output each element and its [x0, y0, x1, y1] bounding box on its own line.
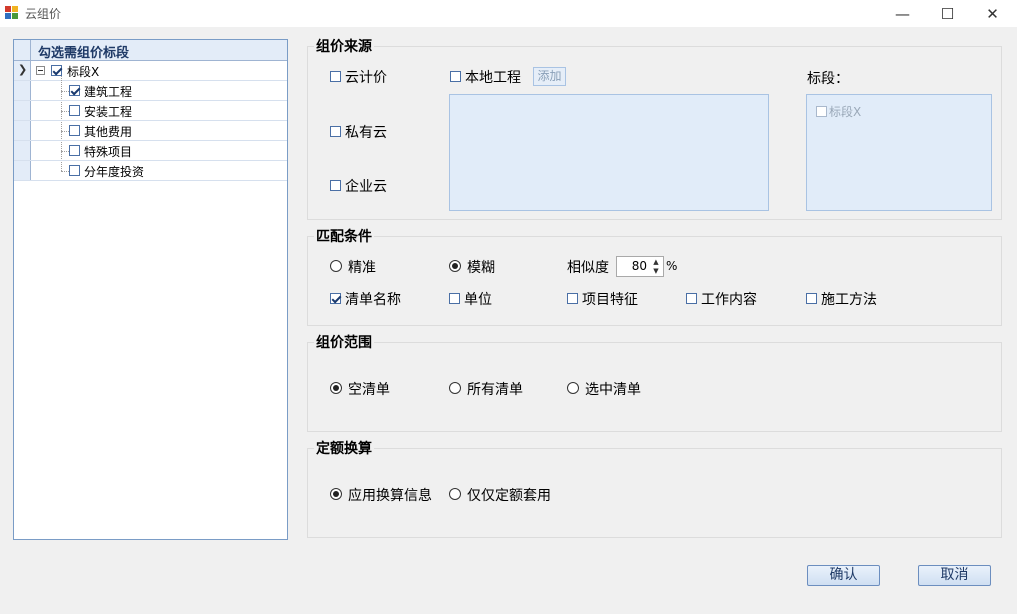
- enterprise-cloud-label: 企业云: [345, 179, 387, 195]
- tree-connector-line: [61, 91, 69, 92]
- item-checkbox[interactable]: [69, 105, 80, 116]
- tree-row-root[interactable]: ❯ 标段X: [14, 61, 287, 81]
- feature-label: 项目特征: [582, 292, 638, 308]
- empty-list-label: 空清单: [348, 382, 390, 398]
- cloud-price-label: 云计价: [345, 70, 387, 86]
- empty-list-radio[interactable]: [330, 382, 342, 394]
- enterprise-cloud-checkbox[interactable]: [330, 180, 341, 191]
- method-label: 施工方法: [821, 292, 877, 308]
- local-project-list[interactable]: [449, 94, 769, 211]
- private-cloud-label: 私有云: [345, 125, 387, 141]
- item-checkbox[interactable]: [69, 125, 80, 136]
- fuzzy-radio[interactable]: [449, 260, 461, 272]
- work-content-checkbox[interactable]: [686, 293, 697, 304]
- selected-list-radio[interactable]: [567, 382, 579, 394]
- similarity-spinner[interactable]: 80 ▲ ▼: [616, 256, 664, 277]
- tree-item-label: 建筑工程: [84, 85, 133, 99]
- exact-radio[interactable]: [330, 260, 342, 272]
- tree-row[interactable]: 分年度投资: [14, 161, 287, 181]
- tree-connector-line: [61, 131, 69, 132]
- row-selector[interactable]: ❯: [14, 61, 31, 80]
- all-lists-radio[interactable]: [449, 382, 461, 394]
- quota-group-title: 定额换算: [314, 438, 374, 458]
- tree-connector-line: [61, 111, 69, 112]
- tree-root-label: 标段X: [67, 65, 100, 79]
- selected-list-label: 选中清单: [585, 382, 641, 398]
- feature-checkbox[interactable]: [567, 293, 578, 304]
- list-name-label: 清单名称: [345, 292, 401, 308]
- add-button[interactable]: 添加: [533, 67, 566, 86]
- apply-info-label: 应用换算信息: [348, 488, 432, 504]
- only-apply-label: 仅仅定额套用: [467, 488, 551, 504]
- item-checkbox[interactable]: [69, 145, 80, 156]
- source-group-title: 组价来源: [314, 36, 374, 56]
- list-name-checkbox[interactable]: [330, 293, 341, 304]
- section-label: 标段：: [807, 71, 849, 87]
- row-selector[interactable]: [14, 121, 31, 140]
- local-project-checkbox[interactable]: [450, 71, 461, 82]
- unit-label: 单位: [464, 292, 492, 308]
- tree-row[interactable]: 安装工程: [14, 101, 287, 121]
- similarity-value: 80: [631, 259, 647, 273]
- header-blank-cell: [14, 40, 31, 60]
- confirm-button[interactable]: 确认: [807, 565, 880, 586]
- item-checkbox[interactable]: [69, 85, 80, 96]
- tree-item-label: 分年度投资: [84, 165, 145, 179]
- exact-label: 精准: [348, 260, 376, 276]
- fuzzy-label: 模糊: [467, 260, 495, 276]
- section-item-checkbox[interactable]: [816, 106, 827, 117]
- match-group-title: 匹配条件: [314, 226, 374, 246]
- private-cloud-checkbox[interactable]: [330, 126, 341, 137]
- row-selector[interactable]: [14, 141, 31, 160]
- section-list[interactable]: 标段X: [806, 94, 992, 211]
- row-selector[interactable]: [14, 161, 31, 180]
- local-project-label: 本地工程: [465, 70, 521, 86]
- tree-row[interactable]: 其他费用: [14, 121, 287, 141]
- root-checkbox[interactable]: [51, 65, 62, 76]
- tree-header-label: 勾选需组价标段: [38, 46, 130, 61]
- tree-header: 勾选需组价标段: [14, 40, 287, 61]
- row-selector[interactable]: [14, 101, 31, 120]
- percent-label: %: [666, 259, 678, 273]
- tree-item-label: 其他费用: [84, 125, 133, 139]
- minimize-button[interactable]: —: [880, 0, 925, 27]
- tree-item-label: 安装工程: [84, 105, 133, 119]
- apply-info-radio[interactable]: [330, 488, 342, 500]
- section-tree-panel: 勾选需组价标段 ❯ 标段X 建筑工程 安装工程 其他费用 特殊项目 分年度投资: [13, 39, 288, 540]
- collapse-icon[interactable]: [36, 66, 45, 75]
- match-group: [307, 236, 1002, 326]
- scope-group: [307, 342, 1002, 432]
- only-apply-radio[interactable]: [449, 488, 461, 500]
- window-title: 云组价: [25, 7, 62, 21]
- work-content-label: 工作内容: [701, 292, 757, 308]
- tree-item-label: 特殊项目: [84, 145, 133, 159]
- title-bar: [0, 0, 1017, 27]
- tree-connector-line: [61, 151, 69, 152]
- section-item-label: 标段X: [829, 105, 862, 119]
- tree-connector-line: [61, 171, 69, 172]
- similarity-label: 相似度: [567, 260, 609, 276]
- tree-row[interactable]: 建筑工程: [14, 81, 287, 101]
- tree-row[interactable]: 特殊项目: [14, 141, 287, 161]
- unit-checkbox[interactable]: [449, 293, 460, 304]
- item-checkbox[interactable]: [69, 165, 80, 176]
- row-selector[interactable]: [14, 81, 31, 100]
- all-lists-label: 所有清单: [467, 382, 523, 398]
- cancel-button[interactable]: 取消: [918, 565, 991, 586]
- spin-down-icon[interactable]: ▼: [651, 267, 661, 275]
- method-checkbox[interactable]: [806, 293, 817, 304]
- maximize-button[interactable]: ☐: [925, 0, 970, 27]
- row-pointer-icon: ❯: [18, 63, 28, 76]
- spin-up-icon[interactable]: ▲: [651, 258, 661, 266]
- close-button[interactable]: ✕: [970, 0, 1015, 27]
- scope-group-title: 组价范围: [314, 332, 374, 352]
- cloud-price-checkbox[interactable]: [330, 71, 341, 82]
- app-icon: [5, 6, 19, 20]
